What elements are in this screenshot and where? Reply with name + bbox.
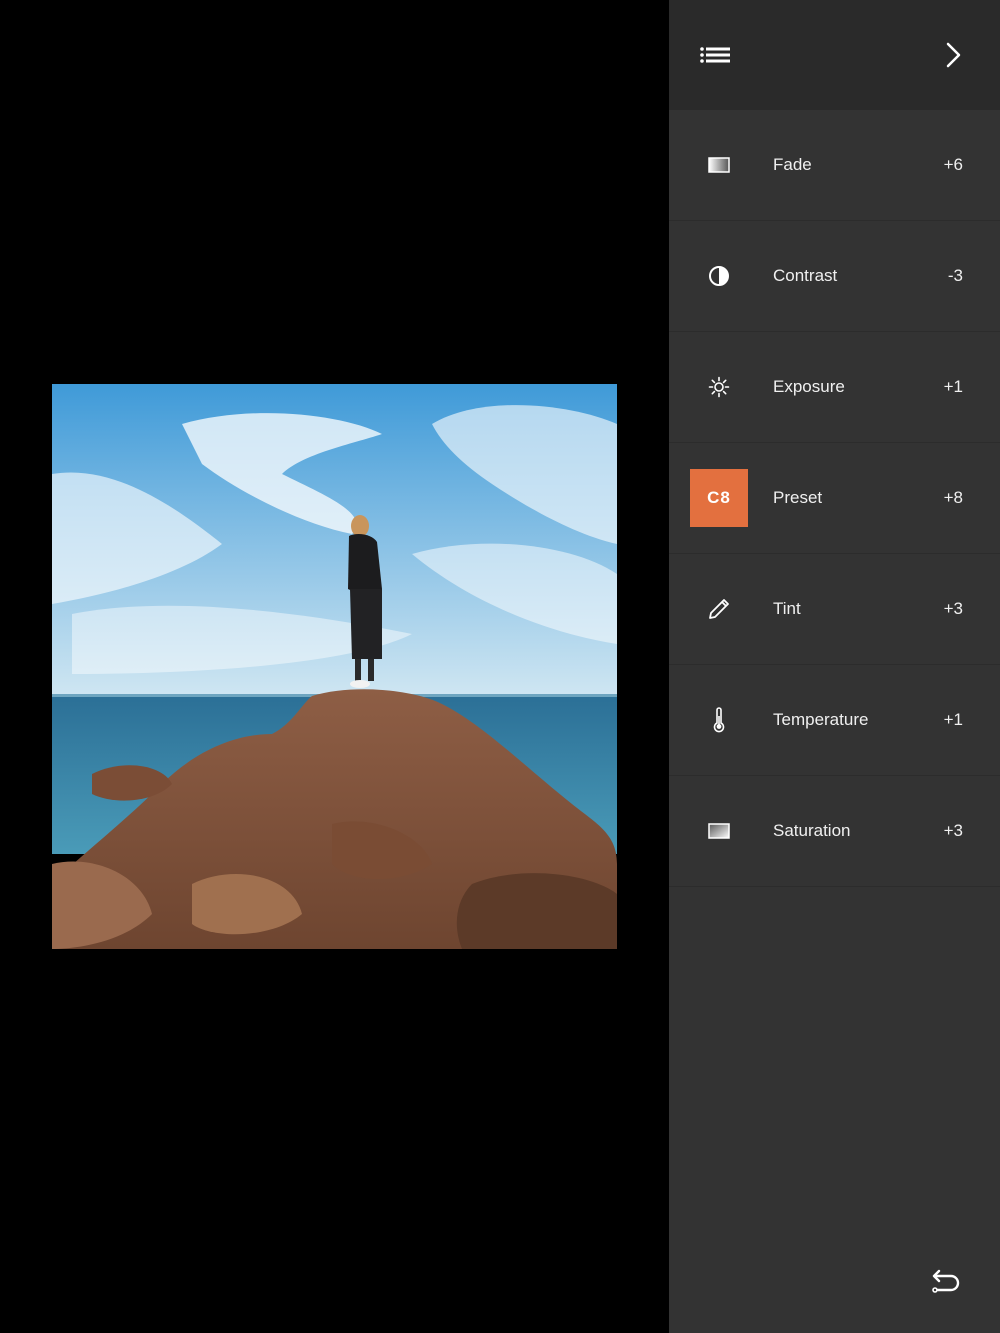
sun-icon (690, 358, 748, 416)
adjustments-panel: Fade +6 Contrast -3 Exposure +1 C8 Prese… (669, 0, 1000, 1333)
adjustment-label: Saturation (773, 821, 851, 840)
preset-badge: C8 (690, 469, 748, 527)
adjustment-temperature[interactable]: Temperature +1 (669, 665, 1000, 776)
pencil-icon (690, 580, 748, 638)
adjustment-label: Exposure (773, 377, 845, 396)
edited-photo[interactable] (52, 384, 617, 949)
adjustment-tint[interactable]: Tint +3 (669, 554, 1000, 665)
adjustment-list: Fade +6 Contrast -3 Exposure +1 C8 Prese… (669, 110, 1000, 887)
adjustment-value: +6 (943, 155, 963, 174)
adjustment-contrast[interactable]: Contrast -3 (669, 221, 1000, 332)
adjustment-label: Contrast (773, 266, 838, 285)
undo-button[interactable] (921, 1260, 965, 1304)
contrast-icon (690, 247, 748, 305)
undo-icon (932, 1269, 960, 1293)
editor-app: Fade +6 Contrast -3 Exposure +1 C8 Prese… (0, 0, 1000, 1333)
chevron-right-icon (946, 42, 961, 68)
adjustment-fade[interactable]: Fade +6 (669, 110, 1000, 221)
adjustment-value: +1 (943, 377, 963, 396)
adjustment-value: -3 (947, 266, 963, 285)
photo-image (52, 384, 617, 949)
adjustment-label: Preset (773, 488, 823, 507)
adjustment-saturation[interactable]: Saturation +3 (669, 776, 1000, 887)
adjustment-preset[interactable]: C8 Preset +8 (669, 443, 1000, 554)
panel-header (669, 0, 1000, 110)
adjustment-exposure[interactable]: Exposure +1 (669, 332, 1000, 443)
saturation-icon (690, 802, 748, 860)
fade-icon (690, 136, 748, 194)
list-icon (700, 47, 730, 63)
adjustment-label: Fade (773, 155, 812, 174)
adjustment-value: +3 (943, 821, 963, 840)
adjustment-value: +1 (943, 710, 963, 729)
next-button[interactable] (931, 33, 975, 77)
adjustment-value: +3 (943, 599, 963, 618)
adjustment-label: Tint (773, 599, 801, 618)
photo-canvas (0, 0, 669, 1333)
adjustment-value: +8 (943, 488, 963, 507)
list-menu-button[interactable] (693, 35, 737, 75)
thermometer-icon (690, 691, 748, 749)
adjustment-label: Temperature (773, 710, 869, 729)
